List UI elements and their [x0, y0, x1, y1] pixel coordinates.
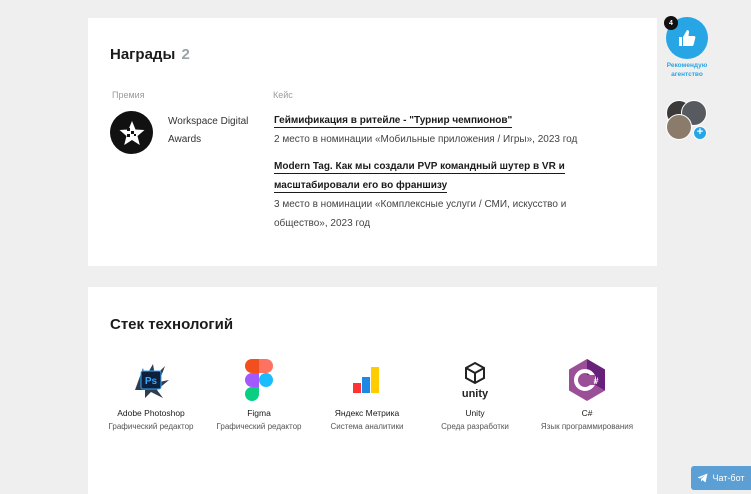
- awards-count: 2: [181, 46, 190, 63]
- tech-name: Adobe Photoshop: [117, 408, 185, 418]
- svg-text:#: #: [593, 376, 598, 386]
- recommend-agency[interactable]: 4 Рекомендую агентство: [663, 16, 711, 79]
- tech-name: Яндекс Метрика: [334, 408, 400, 418]
- case-description: 2 место в номинации «Мобильные приложени…: [274, 134, 578, 145]
- tech-name: C#: [581, 408, 593, 418]
- avatar: [666, 114, 692, 140]
- awards-section: Награды 2 Премия Кейс Workspace Digital …: [88, 18, 657, 266]
- column-header-case: Кейс: [273, 90, 293, 100]
- case-title-link[interactable]: Геймификация в ритейле - "Турнир чемпион…: [274, 111, 614, 130]
- award-case: Modern Tag. Как мы создали PVP командный…: [274, 157, 614, 233]
- tech-stack-section: Стек технологий Ps Adobe Photoshop Графи…: [88, 287, 657, 467]
- award-case: Геймификация в ритейле - "Турнир чемпион…: [274, 111, 614, 149]
- tech-desc: Система аналитики: [330, 422, 404, 431]
- recommend-button[interactable]: 4: [664, 16, 708, 59]
- svg-text:unity: unity: [462, 388, 489, 400]
- tech-desc: Язык программирования: [540, 422, 634, 431]
- awards-title: Награды 2: [110, 46, 190, 63]
- thumbs-up-icon: [679, 30, 696, 46]
- figma-icon: [236, 357, 282, 403]
- case-description: 3 место в номинации «Комплексные услуги …: [274, 199, 567, 229]
- tech-item-photoshop[interactable]: Ps Adobe Photoshop Графический редактор: [101, 357, 201, 433]
- workspace-awards-logo: [110, 111, 153, 154]
- recommend-label: Рекомендую агентство: [666, 62, 708, 78]
- tech-item-unity[interactable]: unity Unity Среда разработки: [425, 357, 525, 433]
- case-title-link[interactable]: Modern Tag. Как мы создали PVP командный…: [274, 157, 614, 195]
- plus-icon[interactable]: +: [693, 126, 707, 140]
- recommenders-avatars[interactable]: +: [666, 100, 708, 142]
- yandex-metrika-icon: [344, 357, 390, 403]
- tech-item-csharp[interactable]: # C# Язык программирования: [537, 357, 637, 433]
- column-header-premia: Премия: [112, 90, 145, 100]
- telegram-icon: [697, 473, 708, 483]
- tech-stack-title: Стек технологий: [110, 316, 234, 333]
- next-section: [88, 460, 657, 494]
- tech-desc: Среда разработки: [441, 422, 509, 431]
- award-name: Workspace Digital Awards: [168, 116, 249, 145]
- photoshop-icon: Ps: [128, 357, 174, 403]
- svg-text:Ps: Ps: [145, 376, 158, 387]
- chat-bot-button[interactable]: Чат-бот: [691, 466, 751, 490]
- tech-desc: Графический редактор: [108, 422, 194, 431]
- chat-bot-label: Чат-бот: [712, 473, 745, 483]
- tech-item-yandex-metrika[interactable]: Яндекс Метрика Система аналитики: [317, 357, 417, 433]
- tech-item-figma[interactable]: Figma Графический редактор: [209, 357, 309, 433]
- csharp-icon: #: [564, 357, 610, 403]
- tech-desc: Графический редактор: [216, 422, 302, 431]
- tech-name: Unity: [465, 408, 485, 418]
- awards-title-text: Награды: [110, 46, 176, 63]
- recommend-count-badge: 4: [664, 16, 678, 30]
- tech-name: Figma: [247, 408, 271, 418]
- unity-icon: unity: [452, 357, 498, 403]
